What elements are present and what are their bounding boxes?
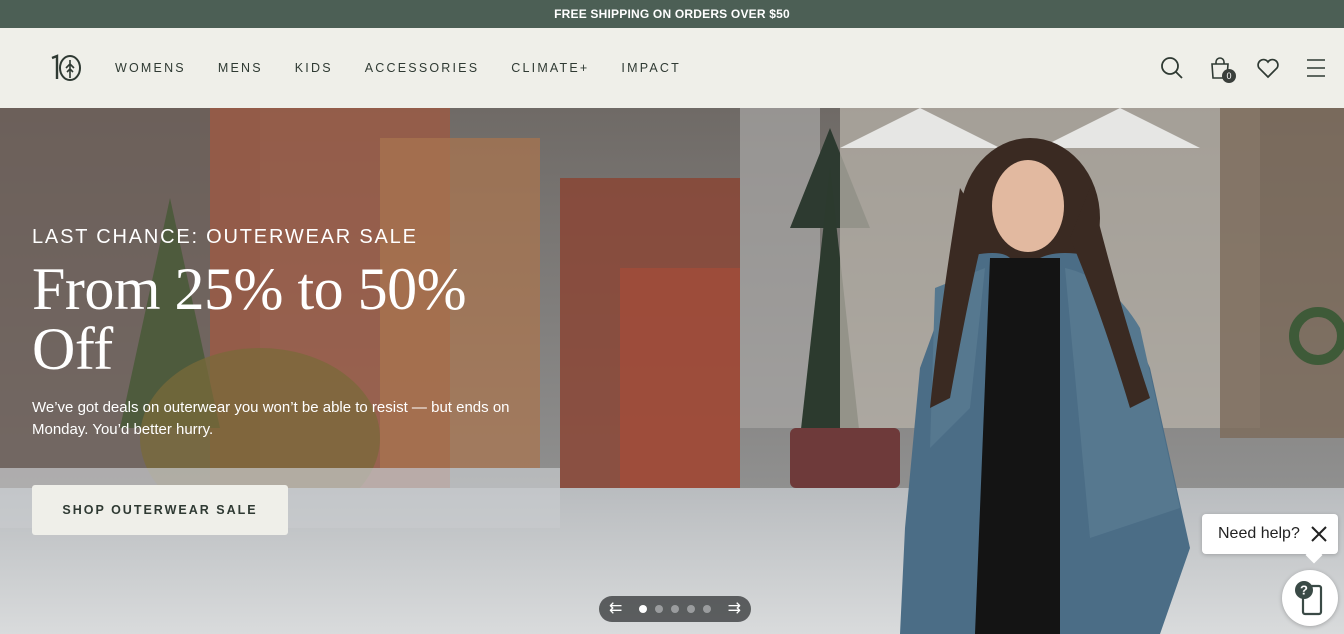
carousel-dot[interactable] [639,605,647,613]
shop-outerwear-sale-button[interactable]: SHOP OUTERWEAR SALE [32,485,288,535]
nav-kids[interactable]: KIDS [295,61,333,75]
promo-banner: FREE SHIPPING ON ORDERS OVER $50 [0,0,1344,28]
carousel-dot[interactable] [703,605,711,613]
search-icon[interactable] [1158,54,1186,82]
nav-impact[interactable]: IMPACT [621,61,681,75]
hero-banner: LAST CHANCE: OUTERWEAR SALE From 25% to … [0,108,1344,634]
carousel-controls: ⇇ ⇉ [599,596,751,622]
carousel-dots [635,605,715,613]
help-launcher-glyph: ? [1300,583,1308,598]
site-header: WOMENS MENS KIDS ACCESSORIES CLIMATE+ IM… [0,28,1344,108]
hero-subcopy: We’ve got deals on outerwear you won’t b… [32,399,510,438]
help-chat-launcher[interactable]: ? [1282,570,1338,626]
promo-text: FREE SHIPPING ON ORDERS OVER $50 [554,7,790,21]
menu-icon[interactable] [1302,54,1330,82]
main-nav: WOMENS MENS KIDS ACCESSORIES CLIMATE+ IM… [115,28,713,108]
help-prompt-label: Need help? [1218,525,1300,542]
nav-womens[interactable]: WOMENS [115,61,186,75]
hero-eyebrow: LAST CHANCE: OUTERWEAR SALE [32,226,418,248]
nav-climate[interactable]: CLIMATE+ [511,61,589,75]
hero-headline-line1: From 25% to 50% [32,256,467,322]
hero-headline-line2: Off [32,316,113,382]
close-icon[interactable] [1310,525,1328,543]
carousel-dot[interactable] [671,605,679,613]
brand-logo[interactable] [48,53,86,83]
carousel-dot[interactable] [655,605,663,613]
help-phone-icon: ? [1295,581,1323,616]
cart-icon[interactable]: 0 [1206,54,1236,83]
hero-content: LAST CHANCE: OUTERWEAR SALE From 25% to … [32,226,552,535]
carousel-dot[interactable] [687,605,695,613]
header-actions: 0 [1138,28,1330,108]
wishlist-heart-icon[interactable] [1254,54,1282,82]
nav-accessories[interactable]: ACCESSORIES [365,61,480,75]
cart-count-badge: 0 [1222,69,1236,83]
tentree-logo-icon [51,54,81,81]
nav-mens[interactable]: MENS [218,61,263,75]
carousel-prev-arrow-icon[interactable]: ⇇ [609,601,622,617]
carousel-next-arrow-icon[interactable]: ⇉ [728,601,741,617]
help-prompt[interactable]: Need help? [1202,514,1338,554]
hero-headline: From 25% to 50% Off [32,259,552,379]
